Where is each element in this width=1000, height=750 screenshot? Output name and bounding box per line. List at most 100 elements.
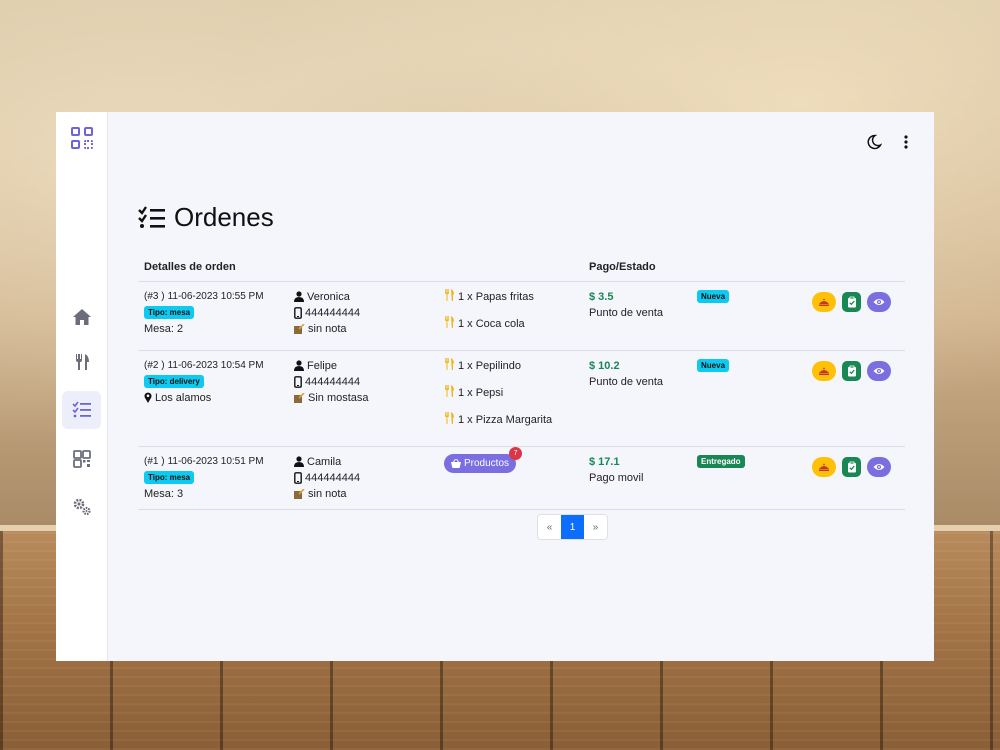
utensils-icon: [445, 357, 454, 370]
order-note: Sin mostasa: [308, 391, 369, 404]
phone-icon: [294, 306, 302, 319]
utensils-icon: [445, 384, 454, 397]
customer-phone: 444444444: [305, 375, 361, 388]
note-icon: [294, 392, 305, 403]
order-location: Los alamos: [155, 391, 212, 404]
order-location: Mesa: 3: [144, 487, 184, 500]
checklist-icon: [71, 401, 91, 418]
header-status: [691, 254, 791, 282]
clipboard-check-icon: [847, 461, 856, 472]
sidebar-item-home[interactable]: [62, 298, 101, 336]
status-badge: Entregado: [697, 455, 745, 468]
order-price: $ 10.2: [589, 359, 620, 372]
order-note: sin nota: [308, 322, 347, 335]
order-details-cell: (#2 ) 11-06-2023 10:54 PM Tipo: delivery …: [138, 350, 288, 447]
clipboard-check-icon: [847, 296, 856, 307]
qr-logo-icon[interactable]: [71, 127, 93, 149]
basket-icon: [451, 458, 461, 468]
status-cell: Nueva: [691, 350, 791, 447]
food-delivery-icon: [819, 367, 829, 375]
moon-icon[interactable]: [866, 134, 882, 150]
order-datetime: 11-06-2023 10:51 PM: [167, 455, 264, 467]
delivery-button[interactable]: [812, 360, 836, 381]
customer-name: Veronica: [307, 290, 350, 303]
sidebar-item-orders[interactable]: [62, 391, 101, 429]
food-delivery-icon: [819, 298, 829, 306]
order-item: 1 x Pizza Margarita: [458, 413, 553, 426]
header-details: Detalles de orden: [138, 254, 288, 282]
delivery-button[interactable]: [812, 456, 836, 477]
order-datetime: 11-06-2023 10:54 PM: [167, 359, 264, 371]
view-button[interactable]: [867, 456, 891, 477]
order-note: sin nota: [308, 487, 347, 500]
home-icon: [72, 309, 91, 325]
payment-method: Punto de venta: [589, 375, 664, 388]
user-icon: [294, 291, 304, 302]
products-button[interactable]: Productos 7: [444, 446, 523, 473]
user-icon: [294, 360, 304, 371]
table-row[interactable]: (#2 ) 11-06-2023 10:54 PM Tipo: delivery …: [138, 350, 905, 447]
page-title-text: Ordenes: [174, 202, 274, 232]
food-delivery-icon: [819, 463, 829, 471]
phone-icon: [294, 471, 302, 484]
main-content: Ordenes Detalles de orden Pago/Estado (#…: [108, 112, 934, 661]
order-item: 1 x Coca cola: [458, 317, 525, 330]
pagination-prev[interactable]: «: [538, 515, 561, 539]
customer-cell: Felipe 444444444 Sin mostasa: [288, 350, 438, 447]
table-header-row: Detalles de orden Pago/Estado: [138, 254, 905, 282]
sidebar-item-qr[interactable]: [62, 440, 101, 478]
order-number: (#1 ): [144, 455, 165, 467]
order-item: 1 x Pepilindo: [458, 359, 521, 372]
checklist-button[interactable]: [842, 291, 861, 312]
utensils-icon: [445, 288, 454, 301]
note-icon: [294, 323, 305, 334]
status-cell: Entregado: [691, 446, 791, 510]
header-actions: [791, 254, 905, 282]
pagination-page[interactable]: 1: [561, 515, 584, 539]
delivery-button[interactable]: [812, 291, 836, 312]
user-icon: [294, 456, 304, 467]
map-pin-icon: [144, 392, 152, 403]
sidebar-item-menu[interactable]: [62, 343, 101, 381]
header-items: [438, 254, 583, 282]
products-count-badge: 7: [509, 446, 523, 460]
clipboard-check-icon: [847, 365, 856, 376]
items-cell: Productos 7: [438, 446, 583, 510]
eye-icon: [873, 367, 885, 374]
checklist-button[interactable]: [842, 360, 861, 381]
view-button[interactable]: [867, 291, 891, 312]
payment-cell: $ 10.2 Punto de venta: [583, 350, 691, 447]
eye-icon: [873, 298, 885, 305]
payment-cell: $ 17.1 Pago movil: [583, 446, 691, 510]
customer-cell: Veronica 444444444 sin nota: [288, 281, 438, 351]
checklist-button[interactable]: [842, 456, 861, 477]
view-button[interactable]: [867, 360, 891, 381]
order-location: Mesa: 2: [144, 322, 184, 335]
eye-icon: [873, 463, 885, 470]
actions-cell: [791, 281, 905, 351]
sidebar: [56, 112, 108, 661]
qr-code-icon: [72, 450, 91, 468]
customer-name: Felipe: [307, 359, 337, 372]
products-button-label: Productos: [464, 457, 510, 469]
status-cell: Nueva: [691, 281, 791, 351]
items-cell: 1 x Pepilindo 1 x Pepsi 1 x Pizza Margar…: [438, 350, 583, 447]
table-row[interactable]: (#3 ) 11-06-2023 10:55 PM Tipo: mesa Mesa…: [138, 281, 905, 351]
order-item: 1 x Pepsi: [458, 386, 504, 399]
customer-phone: 444444444: [305, 306, 361, 319]
utensils-icon: [445, 411, 454, 424]
checklist-icon: [138, 205, 165, 228]
pagination: « 1 »: [537, 514, 608, 540]
phone-icon: [294, 375, 302, 388]
kebab-menu-icon[interactable]: [898, 134, 914, 150]
order-datetime: 11-06-2023 10:55 PM: [167, 290, 264, 302]
customer-name: Camila: [307, 455, 342, 468]
header-customer: [288, 254, 438, 282]
order-type-badge: Tipo: delivery: [144, 375, 204, 388]
sidebar-item-settings[interactable]: [62, 488, 101, 526]
actions-cell: [791, 350, 905, 447]
pagination-next[interactable]: »: [584, 515, 607, 539]
table-row[interactable]: (#1 ) 11-06-2023 10:51 PM Tipo: mesa Mesa…: [138, 446, 905, 510]
orders-table: Detalles de orden Pago/Estado (#3 ) 11-06…: [138, 254, 905, 510]
status-badge: Nueva: [697, 290, 730, 303]
